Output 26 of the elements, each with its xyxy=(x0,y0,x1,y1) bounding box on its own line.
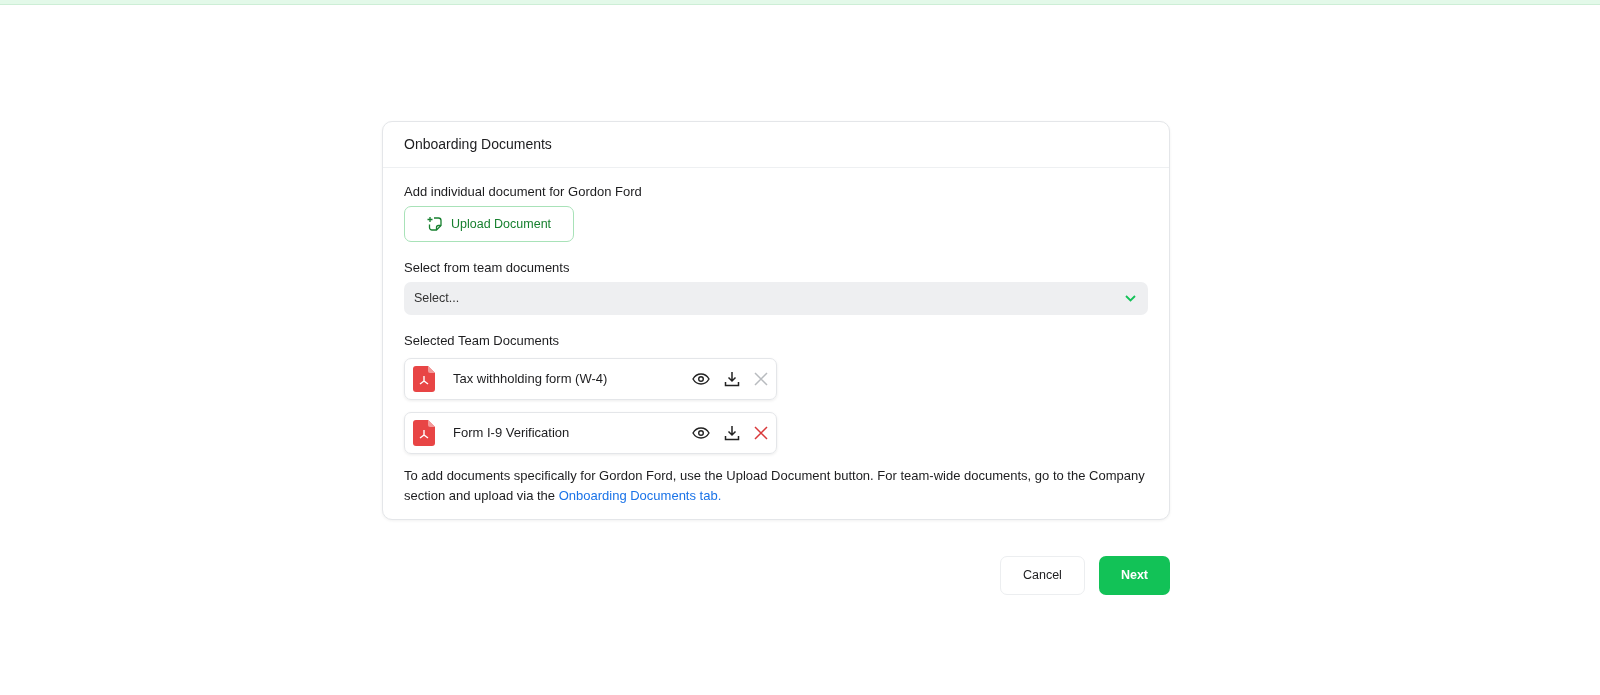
pdf-file-icon xyxy=(413,420,435,446)
info-text: To add documents specifically for Gordon Ford, use the Upload Document button. For team-wide documents, go to the Company section and upload via the Onboarding Documents tab. xyxy=(404,467,1146,505)
cancel-button[interactable]: Cancel xyxy=(1000,556,1085,595)
card-title: Onboarding Documents xyxy=(383,122,1169,168)
eye-icon xyxy=(692,373,710,385)
document-name: Form I-9 Verification xyxy=(453,424,571,443)
view-button[interactable] xyxy=(692,373,710,385)
section-label: Selected Team Documents xyxy=(404,331,561,350)
download-icon xyxy=(724,371,740,387)
chevron-down-icon xyxy=(1125,294,1136,302)
download-button[interactable] xyxy=(724,425,740,441)
close-icon xyxy=(754,426,768,440)
remove-button[interactable] xyxy=(754,426,768,440)
onboarding-documents-link[interactable]: Onboarding Documents tab. xyxy=(558,487,722,503)
select-field[interactable]: Select... xyxy=(404,281,1148,315)
download-button[interactable] xyxy=(724,371,740,387)
field-label: Add individual document for Gordon Ford xyxy=(404,183,643,201)
document-name: Tax withholding form (W-4) xyxy=(453,370,609,389)
eye-icon xyxy=(692,427,710,439)
pdf-file-icon xyxy=(413,366,435,392)
close-icon xyxy=(754,372,768,386)
download-icon xyxy=(724,425,740,441)
upload-document-button[interactable]: Upload Document xyxy=(404,205,575,243)
file-add-icon xyxy=(427,215,443,232)
field-label: Select from team documents xyxy=(404,259,571,278)
view-button[interactable] xyxy=(692,427,710,439)
